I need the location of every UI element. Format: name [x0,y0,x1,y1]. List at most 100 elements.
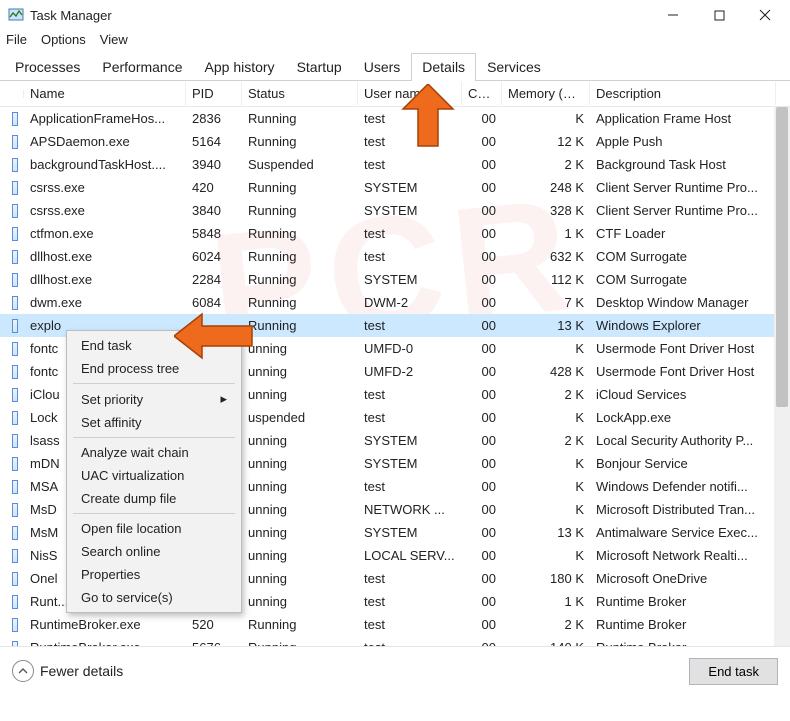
table-row[interactable]: csrss.exe3840RunningSYSTEM00328 KClient … [0,199,790,222]
cell-mem: 2 K [502,387,590,402]
table-row[interactable]: dwm.exe6084RunningDWM-2007 KDesktop Wind… [0,291,790,314]
menu-options[interactable]: Options [41,32,86,47]
ctx-end-task[interactable]: End task [69,334,239,357]
minimize-button[interactable] [650,0,696,30]
end-task-button[interactable]: End task [689,658,778,685]
cell-user: SYSTEM [358,180,462,195]
col-pid[interactable]: PID [186,82,242,105]
table-row[interactable]: APSDaemon.exe5164Runningtest0012 KApple … [0,130,790,153]
cell-cpu: 00 [462,134,502,149]
ctx-set-affinity[interactable]: Set affinity [69,411,239,434]
cell-name: dllhost.exe [24,249,186,264]
ctx-go-to-service[interactable]: Go to service(s) [69,586,239,609]
close-button[interactable] [742,0,788,30]
col-mem[interactable]: Memory (pri... [502,82,590,105]
cell-cpu: 00 [462,180,502,195]
process-icon [6,250,24,264]
cell-mem: 12 K [502,134,590,149]
tab-services[interactable]: Services [476,53,552,81]
process-icon [6,457,24,471]
cell-mem: 140 K [502,640,590,647]
table-row[interactable]: ctfmon.exe5848Runningtest001 KCTF Loader [0,222,790,245]
ctx-open-file-location[interactable]: Open file location [69,517,239,540]
col-user[interactable]: User name [358,82,462,105]
cell-status: unning [242,525,358,540]
menu-file[interactable]: File [6,32,27,47]
cell-user: test [358,640,462,647]
cell-status: unning [242,387,358,402]
cell-mem: 248 K [502,180,590,195]
process-icon [6,273,24,287]
table-row[interactable]: backgroundTaskHost....3940Suspendedtest0… [0,153,790,176]
cell-user: test [358,111,462,126]
cell-user: DWM-2 [358,295,462,310]
fewer-details-button[interactable]: Fewer details [12,660,689,682]
cell-user: test [358,387,462,402]
col-cpu[interactable]: CPU [462,82,502,105]
cell-mem: K [502,410,590,425]
process-icon [6,388,24,402]
cell-desc: Microsoft Network Realti... [590,548,776,563]
footer: Fewer details End task [0,647,790,695]
cell-desc: Bonjour Service [590,456,776,471]
tab-performance[interactable]: Performance [91,53,193,81]
cell-desc: iCloud Services [590,387,776,402]
cell-desc: Windows Explorer [590,318,776,333]
scrollbar[interactable] [774,107,790,646]
cell-status: unning [242,548,358,563]
cell-pid: 2284 [186,272,242,287]
ctx-sep [73,383,235,384]
cell-pid: 420 [186,180,242,195]
tab-apphistory[interactable]: App history [194,53,286,81]
cell-name: csrss.exe [24,203,186,218]
process-icon [6,572,24,586]
tab-users[interactable]: Users [353,53,412,81]
col-status[interactable]: Status [242,82,358,105]
table-row[interactable]: dllhost.exe2284RunningSYSTEM00112 KCOM S… [0,268,790,291]
table-row[interactable]: dllhost.exe6024Runningtest00632 KCOM Sur… [0,245,790,268]
cell-desc: Runtime Broker [590,617,776,632]
table-row[interactable]: csrss.exe420RunningSYSTEM00248 KClient S… [0,176,790,199]
cell-cpu: 00 [462,318,502,333]
ctx-search-online[interactable]: Search online [69,540,239,563]
cell-user: test [358,134,462,149]
menubar: File Options View [0,30,790,53]
process-icon [6,618,24,632]
ctx-end-process-tree[interactable]: End process tree [69,357,239,380]
ctx-uac-virtualization[interactable]: UAC virtualization [69,464,239,487]
cell-name: dllhost.exe [24,272,186,287]
col-name[interactable]: Name [24,82,186,105]
tab-processes[interactable]: Processes [4,53,91,81]
process-icon [6,296,24,310]
cell-status: Running [242,111,358,126]
cell-cpu: 00 [462,364,502,379]
cell-desc: LockApp.exe [590,410,776,425]
ctx-sep [73,513,235,514]
scroll-thumb[interactable] [776,107,788,407]
process-icon [6,549,24,563]
ctx-set-priority[interactable]: Set priority▸ [69,387,239,411]
process-icon [6,319,24,333]
table-row[interactable]: ApplicationFrameHos...2836Runningtest00K… [0,107,790,130]
ctx-analyze-wait-chain[interactable]: Analyze wait chain [69,441,239,464]
cell-user: test [358,571,462,586]
context-menu: End task End process tree Set priority▸ … [66,330,242,613]
cell-status: unning [242,341,358,356]
cell-user: test [358,318,462,333]
cell-user: LOCAL SERV... [358,548,462,563]
process-icon [6,503,24,517]
process-icon [6,204,24,218]
ctx-properties[interactable]: Properties [69,563,239,586]
table-header: Name PID Status User name CPU Memory (pr… [0,81,790,107]
tab-details[interactable]: Details [411,53,476,81]
table-row[interactable]: RuntimeBroker.exe5676Runningtest00140 KR… [0,636,790,647]
menu-view[interactable]: View [100,32,128,47]
cell-user: UMFD-2 [358,364,462,379]
table-row[interactable]: RuntimeBroker.exe520Runningtest002 KRunt… [0,613,790,636]
cell-pid: 3840 [186,203,242,218]
tab-startup[interactable]: Startup [286,53,353,81]
ctx-create-dump-file[interactable]: Create dump file [69,487,239,510]
maximize-button[interactable] [696,0,742,30]
col-desc[interactable]: Description [590,82,776,105]
cell-status: Running [242,226,358,241]
